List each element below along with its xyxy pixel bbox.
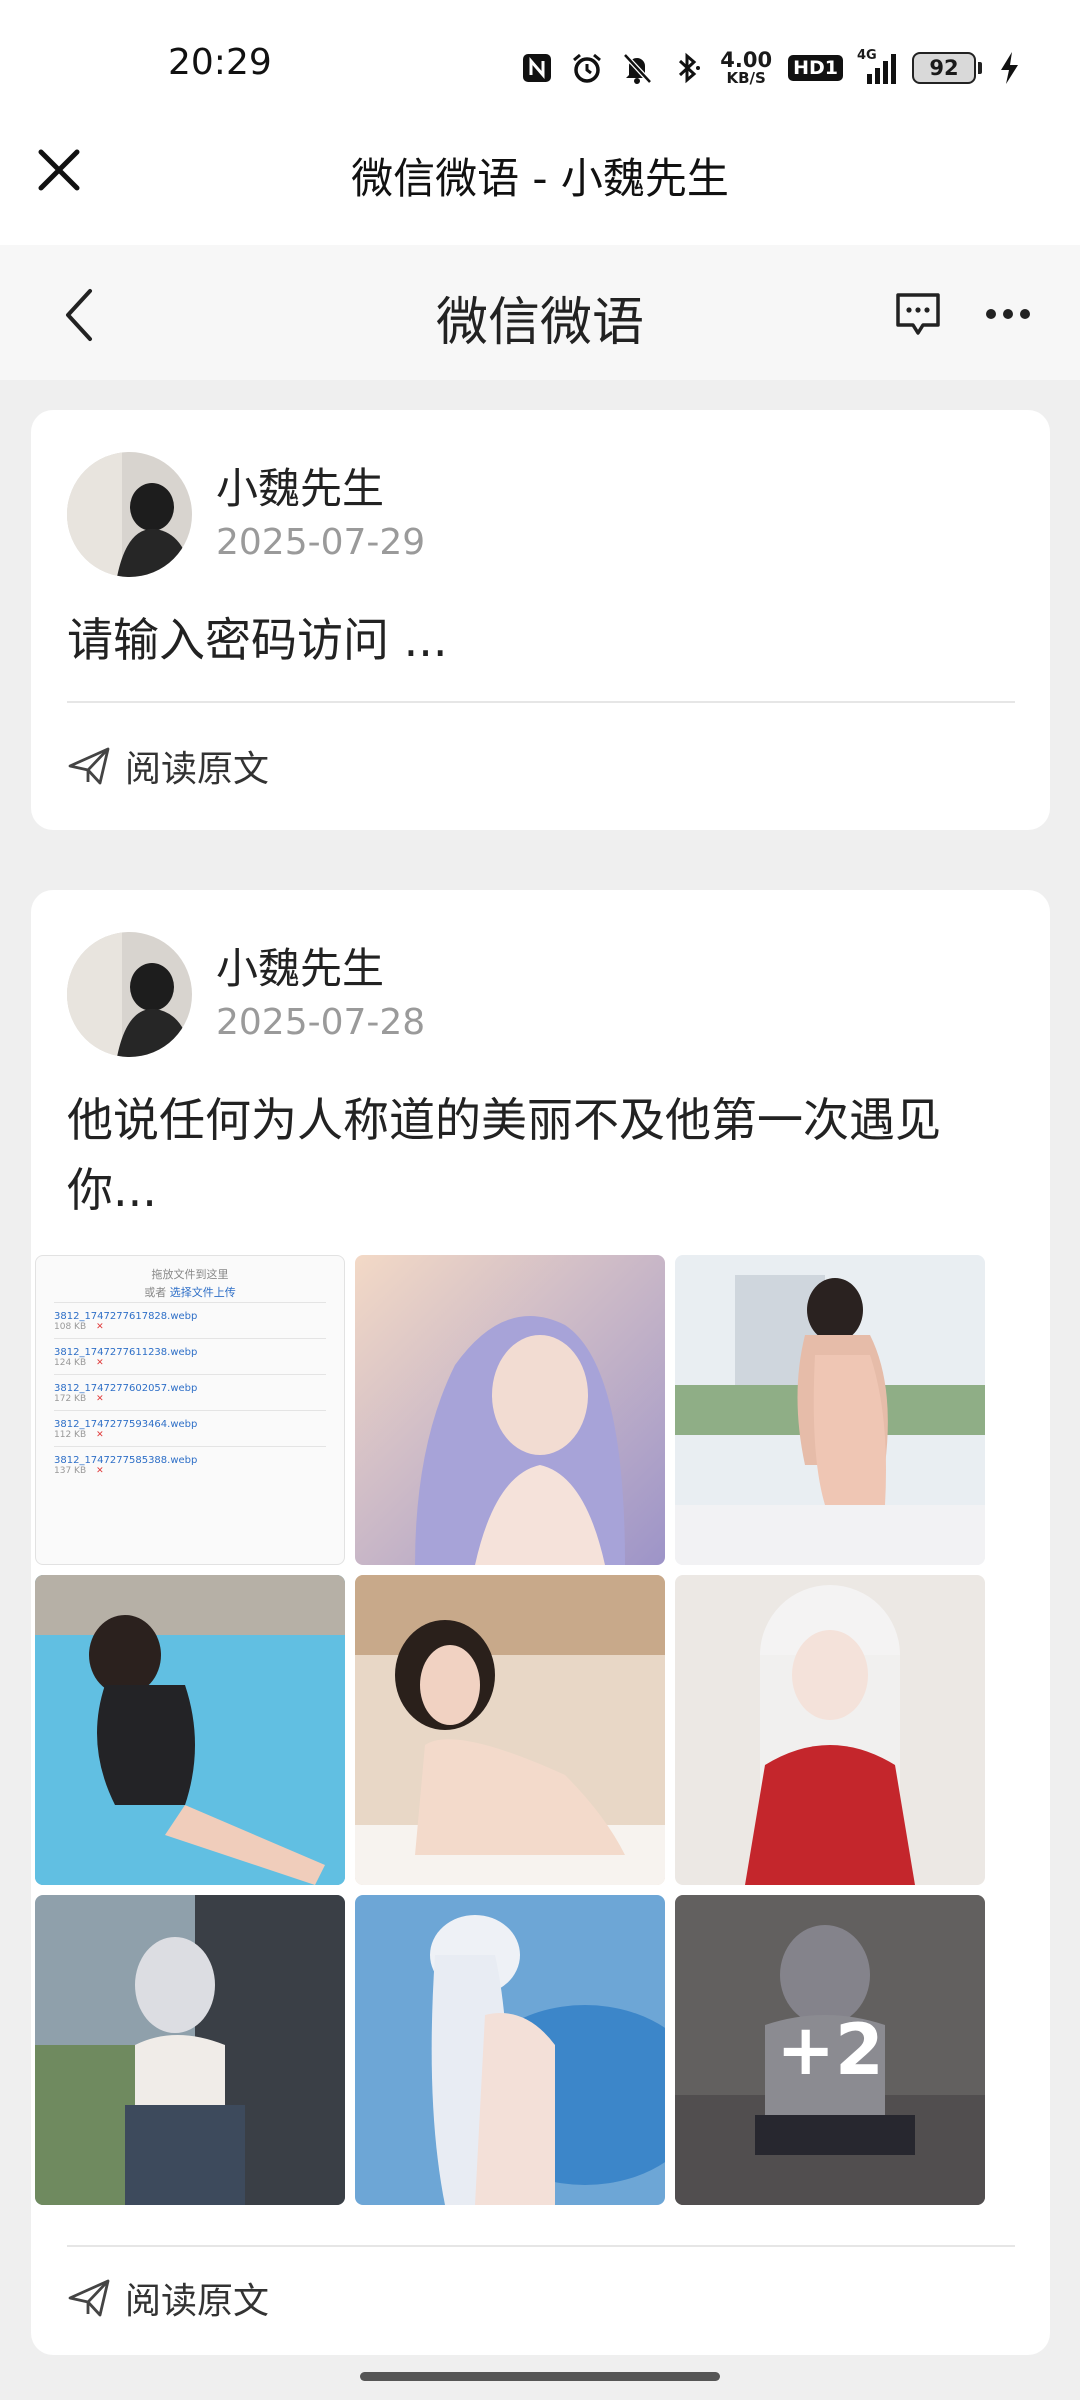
status-time: 20:29 [168,42,272,83]
author-name: 小魏先生 [216,464,385,513]
image-thumbnail[interactable] [675,1255,985,1565]
alarm-icon [573,53,602,83]
nfc-icon [523,54,552,82]
image-thumbnail[interactable]: +2 [675,1895,985,2205]
file-name: 3812_1747277602057.webp [54,1383,198,1394]
more-images-overlay[interactable]: +2 [675,1895,985,2205]
net-speed: 4.00 KB/S [720,50,772,86]
send-icon [68,2279,110,2317]
read-more-link[interactable]: 阅读原文 [67,740,269,792]
signal-tag: 4G [857,48,877,63]
mute-bell-icon [623,53,653,84]
battery-icon: 92 [912,52,982,84]
file-name: 3812_1747277593464.webp [54,1419,198,1430]
image-thumbnail[interactable] [35,1575,345,1885]
image-thumbnail[interactable] [675,1575,985,1885]
divider [67,2245,1015,2247]
post-excerpt: 请输入密码访问 ... [67,613,448,667]
file-row: 3812_1747277617828.webp 108 KB ✕ [54,1302,326,1338]
image-thumbnail[interactable]: 拖放文件到这里 或者 选择文件上传 3812_1747277617828.web… [35,1255,345,1565]
read-more-label: 阅读原文 [125,2281,270,2322]
more-icon[interactable] [983,296,1033,332]
send-icon [68,747,110,785]
post-date: 2025-07-28 [216,1002,426,1043]
upload-choose-prefix: 或者 [144,1286,167,1299]
post-card[interactable]: 小魏先生 2025-07-29 请输入密码访问 ... 阅读原文 [31,410,1050,830]
battery-level: 92 [912,52,976,84]
read-more-link[interactable]: 阅读原文 [67,2272,269,2324]
upload-choose: 或者 选择文件上传 [54,1284,326,1302]
avatar[interactable] [67,452,192,577]
divider [67,701,1015,703]
status-icons: 4.00 KB/S HD1 4G 92 [520,45,1020,91]
read-more-label: 阅读原文 [125,749,270,790]
author-name: 小魏先生 [216,944,385,993]
upload-choose-link: 选择文件上传 [169,1286,236,1299]
page-title: 微信微语 - 小魏先生 [351,154,729,203]
file-row: 3812_1747277593464.webp 112 KB ✕ [54,1410,326,1446]
image-thumbnail[interactable] [355,1895,665,2205]
file-size: 124 KB [54,1358,87,1368]
image-thumbnail[interactable] [35,1895,345,2205]
signal-icon: 4G [857,48,896,84]
comment-icon[interactable] [893,290,943,338]
avatar[interactable] [67,932,192,1057]
post-excerpt: 他说任何为人称道的美丽不及他第一次遇见你... [67,1093,941,1217]
bluetooth-icon [679,52,701,84]
image-thumbnail[interactable] [355,1255,665,1565]
file-size: 108 KB [54,1322,87,1332]
file-row: 3812_1747277611238.webp 124 KB ✕ [54,1338,326,1374]
net-speed-value: 4.00 [720,48,773,72]
file-name: 3812_1747277617828.webp [54,1311,198,1322]
status-bar: 20:29 4.00 KB/S HD1 4G 92 [0,0,1080,135]
image-thumbnail[interactable] [355,1575,665,1885]
file-row: 3812_1747277585388.webp 137 KB ✕ [54,1446,326,1482]
file-name: 3812_1747277585388.webp [54,1455,198,1466]
home-indicator[interactable] [360,2372,720,2381]
upload-hint: 拖放文件到这里 [151,1268,229,1281]
file-size: 172 KB [54,1394,87,1404]
upload-panel-header: 拖放文件到这里 或者 选择文件上传 [54,1266,326,1302]
post-date: 2025-07-29 [216,522,426,563]
file-row: 3812_1747277602057.webp 172 KB ✕ [54,1374,326,1410]
image-grid: 拖放文件到这里 或者 选择文件上传 3812_1747277617828.web… [35,1255,985,2205]
file-size: 137 KB [54,1466,87,1476]
net-speed-unit: KB/S [726,69,766,87]
hd-badge: HD1 [788,55,843,81]
charging-icon [1001,52,1018,84]
file-name: 3812_1747277611238.webp [54,1347,198,1358]
file-size: 112 KB [54,1430,87,1440]
